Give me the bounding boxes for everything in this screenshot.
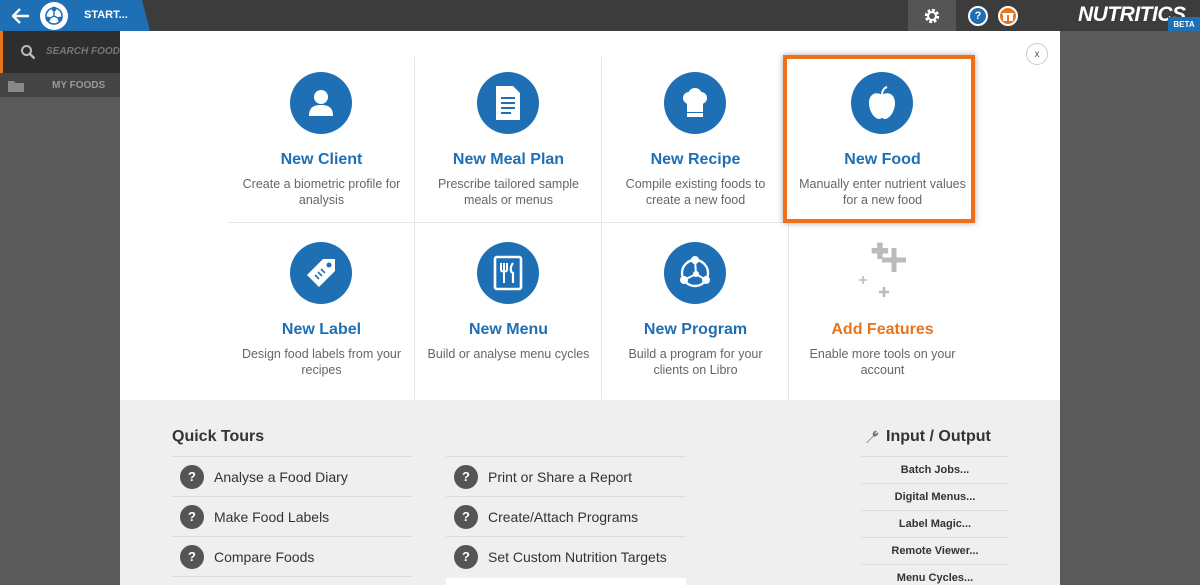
tour-item[interactable]: ? Create/Attach Programs [446,496,686,536]
start-label[interactable]: START... [84,9,128,21]
start-modal: x New Client Create a biometric profile … [120,31,1060,585]
document-icon [477,72,539,134]
tour-list: ? Print or Share a Report ? Create/Attach … [446,456,686,576]
tour-list: ? Analyse a Food Diary ? Make Food Labels … [172,456,412,584]
beta-badge: BETA [1168,17,1200,31]
search-icon [20,44,36,65]
tour-label: Analyse a Food Diary [214,468,348,485]
tile-description: Design food labels from your recipes [241,347,402,377]
tour-label: Print or Share a Report [488,468,632,485]
tour-item[interactable] [446,578,686,585]
back-arrow-icon[interactable] [6,3,36,28]
tour-item[interactable]: ? Make Food Labels [172,496,412,536]
highlight-box [783,55,975,223]
tile-title: Add Features [831,321,934,338]
tile-description: Create a biometric profile for analysis [242,177,401,207]
tile-description: Build a program for your clients on Libr… [628,347,763,377]
my-foods-tab[interactable]: MY FOODS [52,80,105,91]
tag-icon [290,242,352,304]
tile-description: Compile existing foods to create a new f… [625,177,766,207]
tour-label: Compare Foods [214,548,315,565]
new-program-tile[interactable]: New Program Build a program for your cli… [602,227,789,393]
search-input[interactable]: SEARCH FOODS [46,46,127,57]
tour-item[interactable]: ? Compare Foods [172,536,412,576]
user-icon [290,72,352,134]
libro-logo-icon[interactable] [40,2,68,30]
input-output-title: Input / Output [864,428,991,446]
chef-hat-icon [664,72,726,134]
tile-description: Build or analyse menu cycles [427,347,590,361]
menu-icon [477,242,539,304]
top-bar: START... ? NUTRITICS BETA [0,0,1200,31]
tour-item[interactable]: ? Set Custom Nutrition Targets [446,536,686,576]
tile-description: Prescribe tailored sample meals or menus [437,177,580,207]
tour-label: Set Custom Nutrition Targets [488,548,667,565]
io-item-digital-menus[interactable]: Digital Menus... [861,483,1009,510]
tile-title: New Client [280,151,363,168]
help-icon[interactable]: ? [968,6,988,26]
tour-label: Create/Attach Programs [488,508,639,525]
bottom-panel: Quick Tours ? Analyse a Food Diary ? Make … [120,400,1060,585]
new-recipe-tile[interactable]: New Recipe Compile existing foods to cre… [602,57,789,223]
quick-tours-title: Quick Tours [172,428,265,445]
io-item-remote-viewer[interactable]: Remote Viewer... [861,537,1009,564]
divider [172,576,412,584]
question-icon: ? [454,464,478,489]
question-icon: ? [180,464,204,489]
tile-title: New Program [643,321,748,338]
new-menu-tile[interactable]: New Menu Build or analyse menu cycles [415,227,602,393]
io-item-label-magic[interactable]: Label Magic... [861,510,1009,537]
folder-icon[interactable] [8,79,24,97]
input-output-label: Input / Output [886,428,991,445]
io-list: Batch Jobs... Digital Menus... Label Mag… [861,456,1009,585]
new-client-tile[interactable]: New Client Create a biometric profile fo… [228,57,415,223]
tour-item[interactable]: ? Analyse a Food Diary [172,456,412,496]
tour-item[interactable]: ? Print or Share a Report [446,456,686,496]
question-icon: ? [180,544,204,569]
tile-title: New Meal Plan [452,151,565,168]
wrench-icon [866,430,879,443]
gift-icon[interactable] [998,6,1018,26]
gear-icon[interactable] [908,0,956,31]
question-icon: ? [454,544,478,569]
add-features-tile[interactable]: Add Features Enable more tools on your a… [789,227,976,393]
new-label-tile[interactable]: New Label Design food labels from your r… [228,227,415,393]
tile-title: New Recipe [650,151,741,168]
new-meal-plan-tile[interactable]: New Meal Plan Prescribe tailored sample … [415,57,602,223]
question-icon: ? [454,504,478,529]
io-item-menu-cycles[interactable]: Menu Cycles... [861,564,1009,585]
close-button[interactable]: x [1026,43,1048,65]
question-icon: ? [180,504,204,529]
tile-title: New Menu [468,321,549,338]
tile-title: New Label [281,321,362,338]
plus-icon [851,242,913,304]
tour-label: Make Food Labels [214,508,330,525]
io-item-batch-jobs[interactable]: Batch Jobs... [861,456,1009,483]
network-icon [664,242,726,304]
tile-description: Enable more tools on your account [809,347,956,377]
background-panel [1060,31,1200,585]
